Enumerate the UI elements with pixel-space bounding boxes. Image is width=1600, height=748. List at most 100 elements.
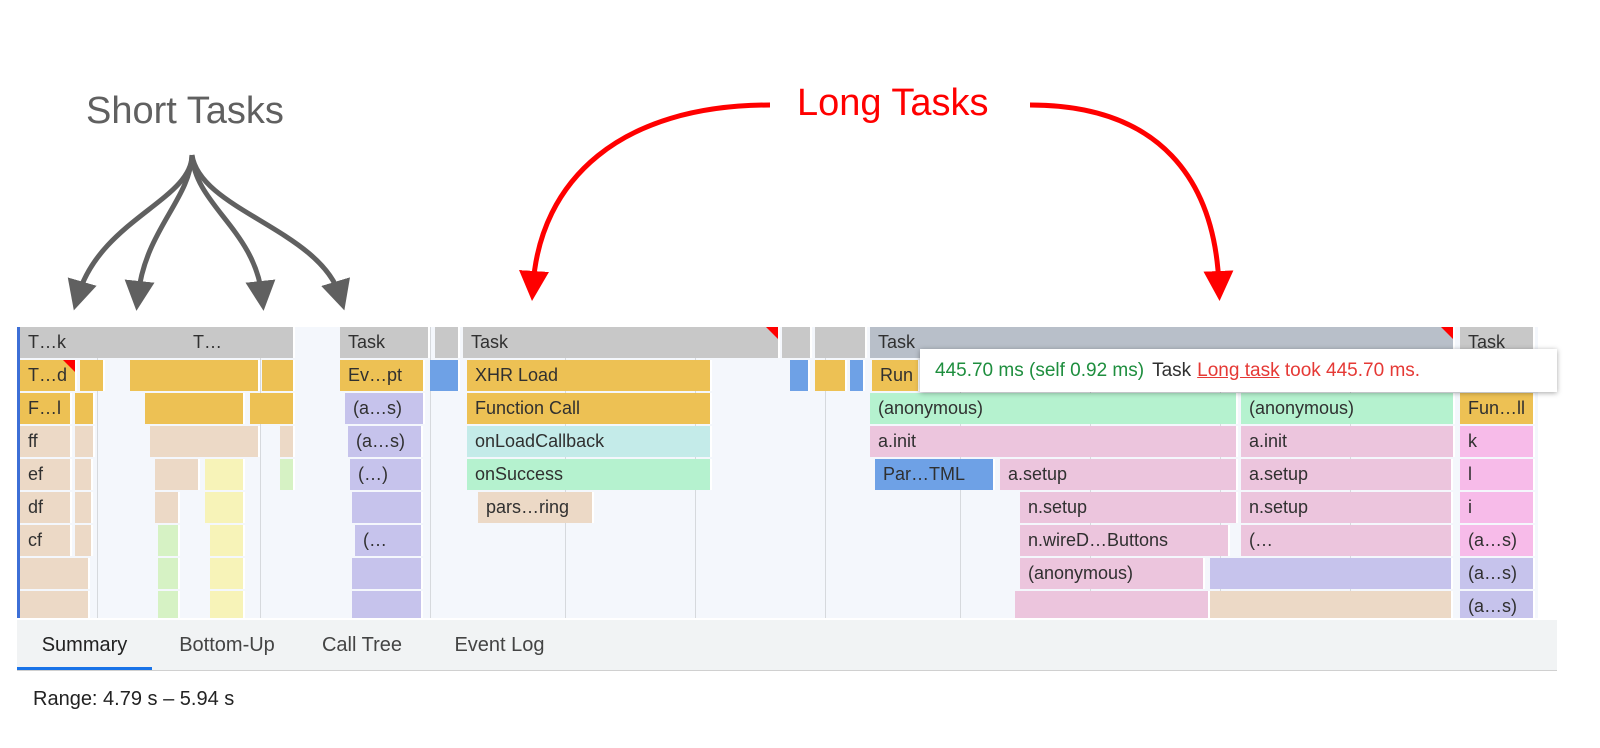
flame-call-block[interactable] bbox=[145, 393, 245, 424]
call-label: a.init bbox=[1249, 431, 1288, 451]
flame-call-block[interactable] bbox=[790, 360, 810, 391]
flame-call-block[interactable] bbox=[815, 360, 847, 391]
task-block[interactable] bbox=[815, 327, 867, 358]
flame-call-block[interactable] bbox=[1210, 558, 1453, 589]
flame-call-block[interactable] bbox=[158, 591, 180, 618]
flame-call-block[interactable]: F…l bbox=[20, 393, 72, 424]
flame-call-block[interactable]: n.wireD…Buttons bbox=[1020, 525, 1230, 556]
flame-call-block[interactable]: T…d bbox=[20, 360, 77, 391]
flame-call-block[interactable] bbox=[130, 360, 260, 391]
flame-call-block[interactable]: (a…s) bbox=[1460, 591, 1535, 618]
flame-call-block[interactable] bbox=[75, 525, 93, 556]
flame-call-block[interactable]: (a…s) bbox=[1460, 558, 1535, 589]
flame-call-block[interactable] bbox=[20, 591, 90, 618]
flame-call-block[interactable]: ff bbox=[20, 426, 72, 457]
flame-call-block[interactable] bbox=[210, 591, 245, 618]
flame-call-block[interactable] bbox=[850, 360, 865, 391]
long-task-marker-icon bbox=[766, 327, 778, 339]
flame-call-block[interactable]: cf bbox=[20, 525, 72, 556]
flame-call-block[interactable] bbox=[158, 525, 180, 556]
flame-call-block[interactable]: (… bbox=[1241, 525, 1453, 556]
flame-call-block[interactable]: (a…s) bbox=[348, 426, 423, 457]
flame-call-block[interactable] bbox=[155, 492, 180, 523]
flame-call-block[interactable] bbox=[430, 360, 460, 391]
call-label: n.wireD…Buttons bbox=[1028, 530, 1169, 550]
call-label: l bbox=[1468, 464, 1472, 484]
flame-call-block[interactable]: XHR Load bbox=[467, 360, 712, 391]
tab-bottom-up[interactable]: Bottom-Up bbox=[162, 620, 292, 670]
flame-call-block[interactable] bbox=[75, 393, 95, 424]
flame-call-block[interactable] bbox=[205, 492, 245, 523]
flame-call-block[interactable]: Par…TML bbox=[875, 459, 995, 490]
flame-call-block[interactable]: (…) bbox=[350, 459, 423, 490]
flame-call-block[interactable] bbox=[75, 426, 95, 457]
flame-call-block[interactable] bbox=[280, 459, 295, 490]
flame-call-block[interactable]: n.setup bbox=[1241, 492, 1453, 523]
flame-call-block[interactable]: n.setup bbox=[1020, 492, 1238, 523]
call-label: (a…s) bbox=[1468, 563, 1517, 583]
flame-call-block[interactable] bbox=[75, 492, 93, 523]
flame-call-block[interactable]: pars…ring bbox=[478, 492, 594, 523]
flame-call-block[interactable] bbox=[150, 426, 260, 457]
task-block[interactable] bbox=[782, 327, 812, 358]
flame-call-block[interactable] bbox=[352, 558, 423, 589]
flame-call-block[interactable]: (anonymous) bbox=[870, 393, 1238, 424]
flame-call-block[interactable]: i bbox=[1460, 492, 1535, 523]
long-task-link[interactable]: Long task bbox=[1197, 360, 1279, 381]
flame-call-block[interactable]: (anonymous) bbox=[1241, 393, 1455, 424]
flame-call-block[interactable] bbox=[352, 591, 423, 618]
call-label: Task bbox=[471, 332, 509, 352]
call-label: Run bbox=[880, 365, 914, 385]
call-label: i bbox=[1468, 497, 1472, 517]
flame-call-block[interactable] bbox=[262, 360, 295, 391]
flame-call-block[interactable] bbox=[1015, 591, 1210, 618]
flame-call-block[interactable]: (a…s) bbox=[1460, 525, 1535, 556]
tab-event-log[interactable]: Event Log bbox=[432, 620, 567, 670]
flame-call-block[interactable] bbox=[20, 558, 90, 589]
flame-call-block[interactable] bbox=[205, 459, 245, 490]
flame-call-block[interactable]: k bbox=[1460, 426, 1535, 457]
flame-call-block[interactable]: (anonymous) bbox=[1020, 558, 1205, 589]
flame-call-block[interactable]: df bbox=[20, 492, 72, 523]
call-label: a.setup bbox=[1249, 464, 1309, 484]
task-block[interactable]: Task bbox=[340, 327, 430, 358]
flame-call-block[interactable] bbox=[80, 360, 105, 391]
call-label: (anonymous) bbox=[1028, 563, 1134, 583]
flame-call-block[interactable]: a.setup bbox=[1241, 459, 1453, 490]
flame-call-block[interactable]: Ev…pt bbox=[340, 360, 425, 391]
task-block[interactable]: Task bbox=[463, 327, 780, 358]
call-label: XHR Load bbox=[475, 365, 559, 385]
flame-call-block[interactable]: l bbox=[1460, 459, 1535, 490]
flame-call-block[interactable]: ef bbox=[20, 459, 72, 490]
flame-call-block[interactable] bbox=[158, 558, 180, 589]
call-label: a.init bbox=[878, 431, 917, 451]
flame-call-block[interactable] bbox=[250, 393, 295, 424]
call-label: T…d bbox=[28, 365, 68, 385]
flame-call-block[interactable]: Fun…ll bbox=[1460, 393, 1535, 424]
flame-call-block[interactable]: a.init bbox=[870, 426, 1238, 457]
flame-call-block[interactable]: a.init bbox=[1241, 426, 1455, 457]
flame-call-block[interactable]: onSuccess bbox=[467, 459, 712, 490]
flame-call-block[interactable] bbox=[352, 492, 423, 523]
call-label: k bbox=[1468, 431, 1477, 451]
flame-call-block[interactable] bbox=[210, 525, 245, 556]
tab-summary[interactable]: Summary bbox=[17, 620, 152, 670]
flame-call-block[interactable] bbox=[75, 459, 93, 490]
flame-call-block[interactable]: Function Call bbox=[467, 393, 712, 424]
flame-call-block[interactable]: a.setup bbox=[1000, 459, 1238, 490]
task-block[interactable]: T… bbox=[185, 327, 295, 358]
long-task-arrows bbox=[519, 102, 1234, 301]
call-label: (a…s) bbox=[1468, 596, 1517, 616]
flame-call-block[interactable]: (… bbox=[355, 525, 423, 556]
flame-call-block[interactable] bbox=[155, 459, 200, 490]
task-block[interactable] bbox=[435, 327, 460, 358]
call-label: (a…s) bbox=[356, 431, 405, 451]
flame-call-block[interactable]: (a…s) bbox=[345, 393, 425, 424]
flame-call-block[interactable] bbox=[210, 558, 245, 589]
flame-call-block[interactable]: onLoadCallback bbox=[467, 426, 712, 457]
flame-call-block[interactable]: Run bbox=[872, 360, 920, 391]
tab-call-tree[interactable]: Call Tree bbox=[307, 620, 417, 670]
flame-call-block[interactable] bbox=[280, 426, 295, 457]
flame-call-block[interactable] bbox=[1210, 591, 1453, 618]
range-label: Range: 4.79 s – 5.94 s bbox=[33, 688, 235, 710]
